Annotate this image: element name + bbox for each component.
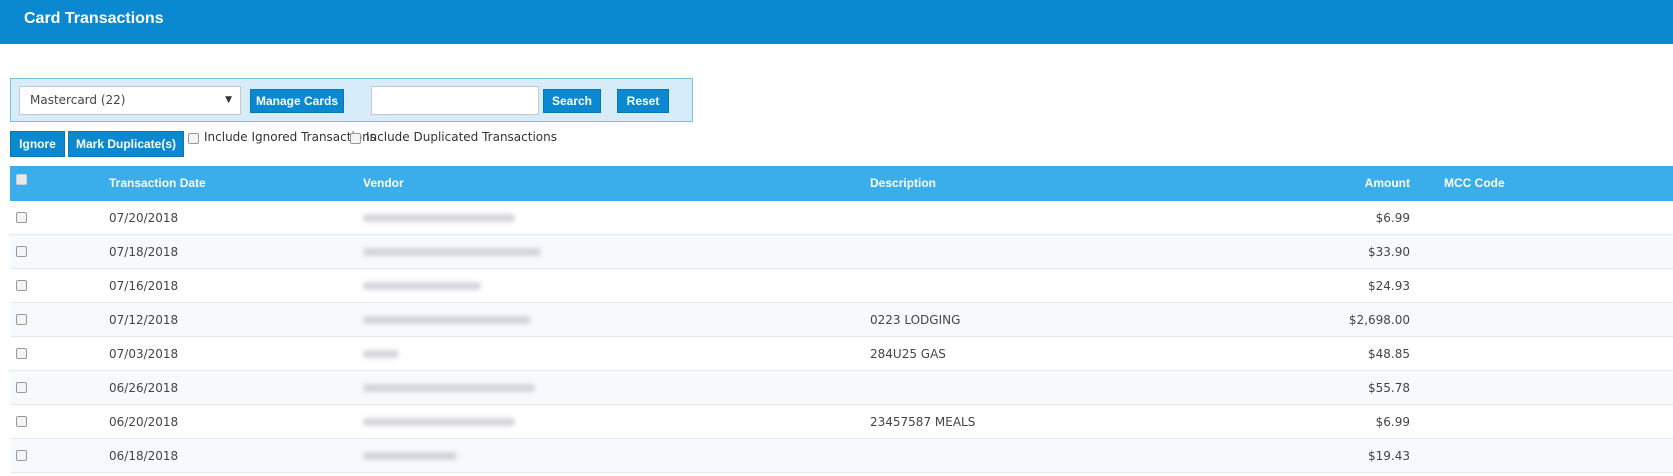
column-header-transaction-date[interactable]: Transaction Date <box>109 176 206 190</box>
row-checkbox[interactable] <box>16 280 27 291</box>
amount: $33.90 <box>1368 245 1410 259</box>
vendor-redacted <box>363 248 541 256</box>
vendor-redacted <box>363 452 457 460</box>
card-select[interactable]: Mastercard (22) ▼ <box>19 86 241 115</box>
chevron-down-icon: ▼ <box>225 95 232 105</box>
transaction-date: 07/12/2018 <box>109 313 179 327</box>
column-header-mcc-code[interactable]: MCC Code <box>1444 176 1505 190</box>
amount: $6.99 <box>1375 415 1410 429</box>
vendor-redacted <box>363 350 399 358</box>
transaction-date: 06/26/2018 <box>109 381 179 395</box>
column-header-amount[interactable]: Amount <box>1365 176 1410 190</box>
transaction-date: 07/03/2018 <box>109 347 179 361</box>
transaction-date: 06/18/2018 <box>109 449 179 463</box>
vendor-redacted <box>363 316 531 324</box>
include-ignored-checkbox[interactable] <box>188 133 199 144</box>
filter-panel: Mastercard (22) ▼ Manage Cards Search Re… <box>10 78 693 122</box>
table-row[interactable]: 07/18/2018 $33.90 <box>10 235 1673 269</box>
include-duplicated-checkbox[interactable] <box>350 133 361 144</box>
column-header-description[interactable]: Description <box>870 176 936 190</box>
manage-cards-button[interactable]: Manage Cards <box>250 89 344 113</box>
amount: $2,698.00 <box>1348 313 1410 327</box>
row-checkbox[interactable] <box>16 246 27 257</box>
table-row[interactable]: 07/16/2018 $24.93 <box>10 269 1673 303</box>
search-input[interactable] <box>371 86 539 115</box>
row-checkbox[interactable] <box>16 416 27 427</box>
transaction-date: 06/20/2018 <box>109 415 179 429</box>
search-button[interactable]: Search <box>543 89 601 113</box>
transactions-table: Transaction Date Vendor Description Amou… <box>10 166 1673 476</box>
select-all-checkbox[interactable] <box>16 174 27 185</box>
amount: $48.85 <box>1368 347 1410 361</box>
table-row[interactable]: 06/18/2018 $19.43 <box>10 439 1673 473</box>
amount: $19.43 <box>1368 449 1410 463</box>
include-duplicated-label: Include Duplicated Transactions <box>366 130 557 144</box>
table-row[interactable]: 06/20/2018 23457587 MEALS $6.99 <box>10 405 1673 439</box>
reset-button[interactable]: Reset <box>617 89 669 113</box>
row-checkbox[interactable] <box>16 314 27 325</box>
page-title: Card Transactions <box>24 10 164 27</box>
table-row[interactable]: 06/26/2018 $55.78 <box>10 371 1673 405</box>
vendor-redacted <box>363 418 515 426</box>
card-select-value: Mastercard (22) <box>30 93 126 107</box>
row-checkbox[interactable] <box>16 348 27 359</box>
row-checkbox[interactable] <box>16 212 27 223</box>
amount: $55.78 <box>1368 381 1410 395</box>
vendor-redacted <box>363 214 515 222</box>
description: 0223 LODGING <box>870 313 961 327</box>
table-row[interactable]: 07/20/2018 $6.99 <box>10 201 1673 235</box>
mark-duplicate-button[interactable]: Mark Duplicate(s) <box>68 131 184 157</box>
description: 23457587 MEALS <box>870 415 976 429</box>
transaction-date: 07/18/2018 <box>109 245 179 259</box>
app-header: Card Transactions <box>0 0 1673 44</box>
vendor-redacted <box>363 282 481 290</box>
table-header: Transaction Date Vendor Description Amou… <box>10 166 1673 201</box>
column-header-vendor[interactable]: Vendor <box>363 176 404 190</box>
amount: $6.99 <box>1375 211 1410 225</box>
transaction-date: 07/16/2018 <box>109 279 179 293</box>
table-row[interactable]: 07/12/2018 0223 LODGING $2,698.00 <box>10 303 1673 337</box>
transaction-date: 07/20/2018 <box>109 211 179 225</box>
vendor-redacted <box>363 384 535 392</box>
row-checkbox[interactable] <box>16 382 27 393</box>
row-checkbox[interactable] <box>16 450 27 461</box>
description: 284U25 GAS <box>870 347 946 361</box>
ignore-button[interactable]: Ignore <box>10 131 65 157</box>
table-row[interactable]: 07/03/2018 284U25 GAS $48.85 <box>10 337 1673 371</box>
amount: $24.93 <box>1368 279 1410 293</box>
